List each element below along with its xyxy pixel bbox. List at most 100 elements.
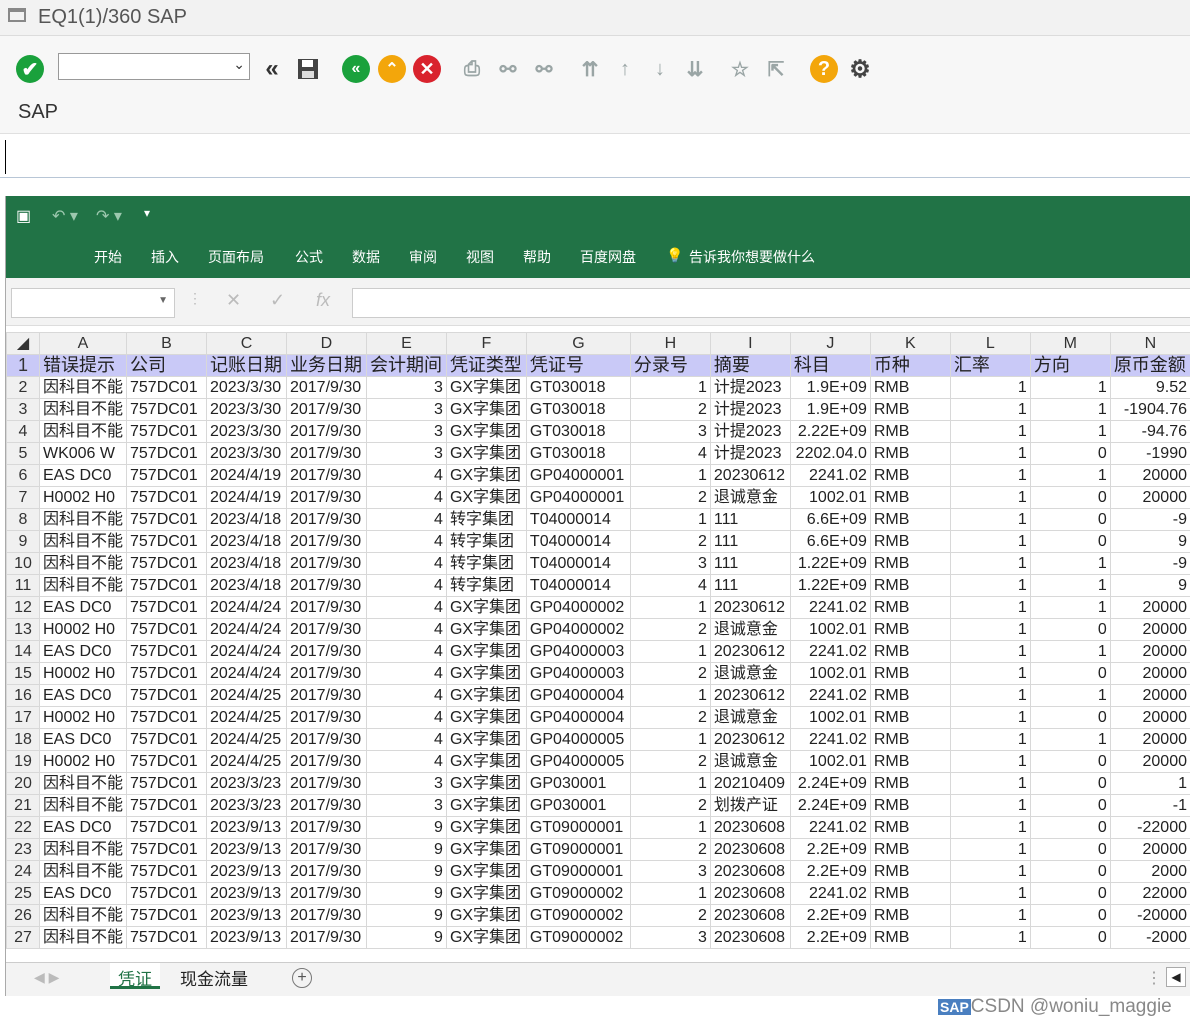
table-cell[interactable]: 1 [949, 662, 1031, 685]
row-header[interactable]: 4 [6, 420, 40, 443]
table-cell[interactable]: -1 [1109, 794, 1190, 817]
table-cell[interactable]: 1 [949, 376, 1031, 399]
table-cell[interactable]: 757DC01 [126, 442, 207, 465]
table-cell[interactable]: GX字集团 [445, 750, 527, 773]
table-cell[interactable]: GX字集团 [445, 838, 527, 861]
table-cell[interactable]: T04000014 [525, 574, 631, 597]
table-cell[interactable]: 2241.02 [789, 816, 871, 839]
table-cell[interactable]: 9 [365, 816, 447, 839]
table-cell[interactable]: 4 [629, 574, 711, 597]
table-cell[interactable]: 2017/9/30 [285, 816, 367, 839]
table-cell[interactable]: 1 [949, 684, 1031, 707]
table-cell[interactable]: 4 [365, 464, 447, 487]
table-cell[interactable]: 2241.02 [789, 640, 871, 663]
table-cell[interactable]: 0 [1029, 508, 1111, 531]
table-cell[interactable]: 111 [709, 552, 791, 575]
table-cell[interactable]: 4 [365, 662, 447, 685]
table-cell[interactable]: 757DC01 [126, 552, 207, 575]
table-cell[interactable]: 2024/4/25 [205, 750, 287, 773]
table-cell[interactable]: 2017/9/30 [285, 442, 367, 465]
row-header[interactable]: 15 [6, 662, 40, 685]
table-cell[interactable]: 1002.01 [789, 486, 871, 509]
table-cell[interactable]: 20230608 [709, 904, 791, 927]
table-cell[interactable]: 1 [949, 574, 1031, 597]
tab-review[interactable]: 审阅 [409, 247, 437, 267]
header-cell[interactable]: 原币金额 [1109, 354, 1190, 377]
table-cell[interactable]: GP04000004 [525, 706, 631, 729]
table-cell[interactable]: 1 [1029, 596, 1111, 619]
table-cell[interactable]: 757DC01 [126, 684, 207, 707]
table-cell[interactable]: 2.2E+09 [789, 860, 871, 883]
table-cell[interactable]: GT09000001 [525, 816, 631, 839]
table-cell[interactable]: 2 [629, 618, 711, 641]
table-cell[interactable]: 4 [365, 640, 447, 663]
table-cell[interactable]: 22000 [1109, 882, 1190, 905]
table-cell[interactable]: 退诚意金 [709, 750, 791, 773]
save-icon[interactable]: ▣ [16, 206, 31, 226]
table-cell[interactable]: 2024/4/24 [205, 640, 287, 663]
header-cell[interactable]: 分录号 [629, 354, 711, 377]
column-header-C[interactable]: C [205, 332, 287, 355]
table-cell[interactable]: 1 [1029, 552, 1111, 575]
next-page-icon[interactable]: ↓ [646, 55, 674, 83]
table-cell[interactable]: EAS DC0 [38, 596, 128, 619]
table-cell[interactable]: 2023/4/18 [205, 552, 287, 575]
table-cell[interactable]: RMB [869, 684, 951, 707]
table-cell[interactable]: RMB [869, 486, 951, 509]
table-cell[interactable]: RMB [869, 750, 951, 773]
table-cell[interactable]: 2 [629, 750, 711, 773]
header-cell[interactable]: 会计期间 [365, 354, 447, 377]
print-icon[interactable]: ⎙ [458, 55, 486, 83]
table-cell[interactable]: 20230608 [709, 926, 791, 949]
tab-help[interactable]: 帮助 [523, 247, 551, 267]
table-cell[interactable]: RMB [869, 398, 951, 421]
row-header[interactable]: 23 [6, 838, 40, 861]
table-cell[interactable]: 2023/4/18 [205, 508, 287, 531]
table-cell[interactable]: 757DC01 [126, 662, 207, 685]
table-cell[interactable]: EAS DC0 [38, 684, 128, 707]
header-cell[interactable]: 方向 [1029, 354, 1111, 377]
table-cell[interactable]: 0 [1029, 904, 1111, 927]
row-header[interactable]: 3 [6, 398, 40, 421]
table-cell[interactable]: 3 [365, 398, 447, 421]
table-cell[interactable]: 2 [629, 486, 711, 509]
column-header-H[interactable]: H [629, 332, 711, 355]
formula-input[interactable] [352, 288, 1190, 318]
column-header-D[interactable]: D [285, 332, 367, 355]
column-header-M[interactable]: M [1029, 332, 1111, 355]
table-cell[interactable]: 1 [629, 596, 711, 619]
table-cell[interactable]: 因科目不能 [38, 794, 128, 817]
table-cell[interactable]: 20000 [1109, 838, 1190, 861]
table-cell[interactable]: 20230612 [709, 464, 791, 487]
table-cell[interactable]: 2017/9/30 [285, 772, 367, 795]
header-cell[interactable]: 科目 [789, 354, 871, 377]
table-cell[interactable]: 2000 [1109, 860, 1190, 883]
table-cell[interactable]: 20210409 [709, 772, 791, 795]
table-cell[interactable]: 20000 [1109, 640, 1190, 663]
table-cell[interactable]: 4 [365, 508, 447, 531]
table-cell[interactable]: 1 [629, 882, 711, 905]
back-icon[interactable]: « [342, 55, 370, 83]
exit-icon[interactable]: ⌃ [378, 55, 406, 83]
table-cell[interactable]: 1 [949, 618, 1031, 641]
header-cell[interactable]: 业务日期 [285, 354, 367, 377]
table-cell[interactable]: GX字集团 [445, 420, 527, 443]
find-icon[interactable]: ⚯ [494, 55, 522, 83]
table-cell[interactable]: 2017/9/30 [285, 486, 367, 509]
table-cell[interactable]: 3 [365, 376, 447, 399]
table-cell[interactable]: 2 [629, 838, 711, 861]
table-cell[interactable]: 2023/3/23 [205, 772, 287, 795]
table-cell[interactable]: 1 [949, 750, 1031, 773]
header-cell[interactable]: 摘要 [709, 354, 791, 377]
table-cell[interactable]: 2241.02 [789, 728, 871, 751]
table-cell[interactable]: 20230612 [709, 684, 791, 707]
table-cell[interactable]: 757DC01 [126, 926, 207, 949]
table-cell[interactable]: 2023/4/18 [205, 530, 287, 553]
table-cell[interactable]: 1 [949, 706, 1031, 729]
last-page-icon[interactable]: ⇊ [681, 55, 709, 83]
table-cell[interactable]: 20230612 [709, 640, 791, 663]
row-header[interactable]: 22 [6, 816, 40, 839]
table-cell[interactable]: 2017/9/30 [285, 794, 367, 817]
table-cell[interactable]: RMB [869, 662, 951, 685]
table-cell[interactable]: 1.9E+09 [789, 376, 871, 399]
